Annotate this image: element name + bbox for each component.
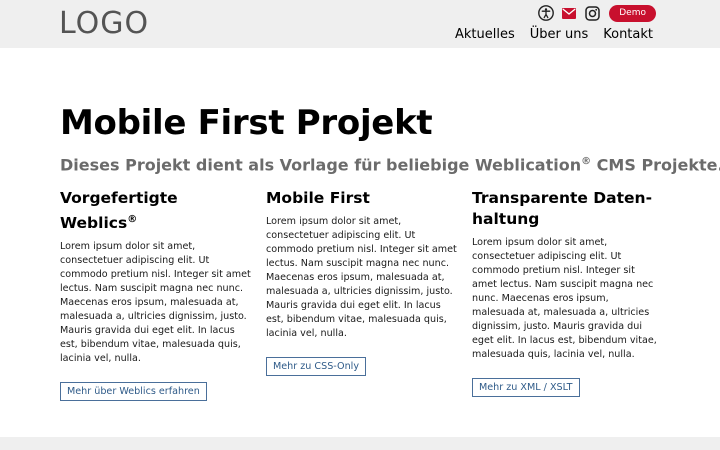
page-title: Mobile First Projekt <box>60 103 433 143</box>
subtitle-text: Dieses Projekt dient als Vorlage für bel… <box>60 155 582 175</box>
css-only-button[interactable]: Mehr zu CSS-Only <box>266 357 367 376</box>
registered-mark: ® <box>127 214 138 225</box>
header-actions: Demo <box>538 4 656 22</box>
registered-mark: ® <box>581 156 592 167</box>
column-text: Lorem ipsum dolor sit amet, consectetuer… <box>60 241 251 365</box>
subtitle-suffix: CMS Projekte. <box>591 155 720 175</box>
column-heading-text: Transparente Daten-haltung <box>472 189 653 228</box>
feature-column-mobile-first: Mobile First Lorem ipsum dolor sit amet,… <box>266 188 458 376</box>
accessibility-icon[interactable] <box>538 5 555 21</box>
feature-column-datenhaltung: Transparente Daten-haltung Lorem ipsum d… <box>472 188 662 397</box>
site-header: LOGO Demo Aktuelles Über uns Kontakt <box>0 0 720 48</box>
column-heading: Transparente Daten-haltung <box>472 188 662 230</box>
xml-xslt-button[interactable]: Mehr zu XML / XSLT <box>472 378 580 397</box>
column-heading: Mobile First <box>266 188 458 209</box>
nav-item-ueber-uns[interactable]: Über uns <box>530 27 589 43</box>
page-subtitle: Dieses Projekt dient als Vorlage für bel… <box>60 152 720 175</box>
feature-column-weblics: Vorgefertigte Weblics® Lorem ipsum dolor… <box>60 188 252 402</box>
demo-button[interactable]: Demo <box>609 4 656 22</box>
column-heading: Vorgefertigte Weblics® <box>60 188 252 234</box>
logo[interactable]: LOGO <box>59 7 149 41</box>
instagram-icon[interactable] <box>584 5 600 21</box>
column-text: Lorem ipsum dolor sit amet, consectetuer… <box>472 237 657 360</box>
main-nav: Aktuelles Über uns Kontakt <box>440 27 653 43</box>
column-heading-text: Vorgefertigte Weblics <box>60 189 178 233</box>
column-heading-text: Mobile First <box>266 189 370 207</box>
column-text: Lorem ipsum dolor sit amet, consectetuer… <box>266 216 457 339</box>
mail-icon[interactable] <box>561 5 577 21</box>
site-footer <box>0 437 720 450</box>
nav-item-aktuelles[interactable]: Aktuelles <box>455 27 515 43</box>
nav-item-kontakt[interactable]: Kontakt <box>603 27 653 43</box>
weblics-more-button[interactable]: Mehr über Weblics erfahren <box>60 382 207 402</box>
